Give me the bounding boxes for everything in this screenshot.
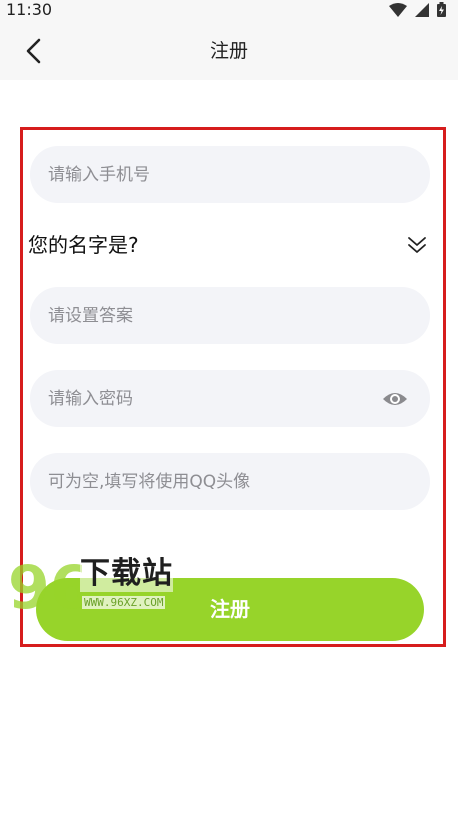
battery-icon (437, 2, 446, 17)
password-input[interactable] (30, 370, 430, 427)
signal-icon (415, 2, 429, 17)
register-button[interactable]: 注册 (36, 578, 424, 641)
wifi-icon (389, 2, 407, 17)
status-icons (389, 2, 446, 17)
qq-input[interactable] (30, 453, 430, 510)
nav-bar: 注册 (0, 22, 458, 80)
password-field[interactable] (30, 370, 430, 427)
status-bar: 11:30 (0, 0, 458, 22)
answer-field[interactable] (30, 287, 430, 344)
answer-input[interactable] (30, 287, 430, 344)
phone-input[interactable] (30, 146, 430, 203)
status-time: 11:30 (6, 0, 53, 19)
security-question-label: 您的名字是? (28, 233, 139, 257)
security-question-select[interactable]: 您的名字是? (28, 228, 432, 262)
phone-field[interactable] (30, 146, 430, 203)
eye-icon[interactable] (382, 388, 408, 410)
page-title: 注册 (209, 40, 248, 62)
chevron-double-down-icon[interactable] (406, 234, 428, 256)
qq-field[interactable] (30, 453, 430, 510)
